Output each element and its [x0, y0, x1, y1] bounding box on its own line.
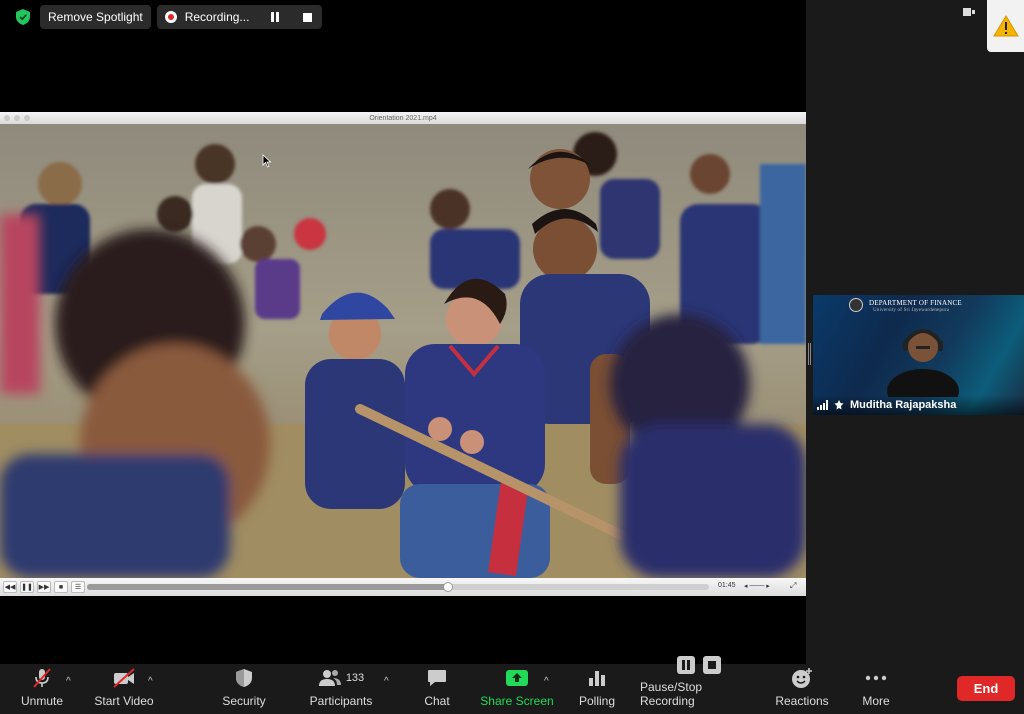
video-window-titlebar: Orientation 2021.mp4 — [0, 112, 806, 124]
more-button[interactable]: More — [856, 664, 896, 714]
fullscreen-icon[interactable]: ⤢ — [790, 581, 796, 591]
zoom-meeting-window: Remove Spotlight Recording... Orientatio… — [0, 0, 1024, 714]
security-label: Security — [222, 694, 266, 708]
stop-recording-icon[interactable] — [303, 12, 313, 22]
participants-button[interactable]: 133 Participants — [306, 664, 376, 714]
pause-stop-recording-button[interactable]: Pause/Stop Recording — [640, 656, 758, 714]
recording-dot-icon — [164, 11, 177, 23]
video-progress-fill — [87, 584, 448, 590]
security-button[interactable]: Security — [218, 664, 270, 714]
participant-avatar — [887, 329, 959, 397]
unmute-button[interactable]: Unmute — [18, 664, 66, 714]
participant-video-tile[interactable]: DEPARTMENT OF FINANCE University of Sri … — [813, 295, 1024, 415]
reactions-button[interactable]: Reactions — [774, 664, 830, 714]
playlist-icon[interactable]: ☰ — [71, 581, 85, 593]
chat-label: Chat — [424, 694, 450, 708]
reactions-label: Reactions — [775, 694, 829, 708]
panel-resize-handle[interactable] — [808, 343, 811, 365]
share-screen-label: Share Screen — [480, 694, 554, 708]
volume-slider[interactable]: ◂ ─── ▸ — [744, 582, 770, 590]
more-dots-icon — [864, 667, 888, 689]
warning-icon — [992, 15, 1019, 37]
polling-button[interactable]: Polling — [576, 664, 618, 714]
top-bar: Remove Spotlight Recording... — [12, 5, 323, 29]
participants-label: Participants — [309, 694, 373, 708]
pause-stop-recording-icon — [675, 655, 723, 675]
video-off-icon — [112, 667, 136, 689]
university-seal-icon — [849, 298, 863, 312]
polling-icon — [585, 667, 609, 689]
video-options-chevron-icon[interactable]: ^ — [148, 676, 153, 687]
mouse-cursor-icon — [262, 154, 272, 168]
chat-button[interactable]: Chat — [418, 664, 456, 714]
share-screen-icon — [505, 667, 529, 689]
video-file-name: Orientation 2021.mp4 — [369, 114, 437, 122]
polling-label: Polling — [578, 694, 616, 708]
video-player-controls: ◀◀ ❚❚ ▶▶ ■ ☰ 01:45 ◂ ─── ▸ ⤢ — [0, 578, 806, 596]
chat-icon — [425, 667, 449, 689]
stop-icon[interactable]: ■ — [54, 581, 68, 593]
pause-icon[interactable]: ❚❚ — [20, 581, 34, 593]
video-progress-bar[interactable] — [87, 582, 709, 592]
pause-recording-icon[interactable] — [271, 12, 281, 22]
recording-indicator: Recording... — [156, 5, 323, 29]
more-label: More — [862, 694, 890, 708]
start-video-button[interactable]: Start Video — [92, 664, 156, 714]
participants-count: 133 — [345, 672, 365, 684]
recording-label: Recording... — [184, 10, 250, 24]
reactions-icon — [790, 667, 814, 689]
fast-forward-icon[interactable]: ▶▶ — [37, 581, 51, 593]
meeting-toolbar: Unmute ^ Start Video ^ Security 133 Part… — [0, 656, 1024, 714]
encryption-shield-icon[interactable] — [12, 6, 34, 28]
participants-options-chevron-icon[interactable]: ^ — [384, 676, 389, 687]
share-options-chevron-icon[interactable]: ^ — [544, 676, 549, 687]
virtual-background-text: DEPARTMENT OF FINANCE — [869, 299, 962, 307]
warning-notification[interactable] — [987, 0, 1024, 52]
audio-options-chevron-icon[interactable]: ^ — [66, 676, 71, 687]
view-switch-icon[interactable] — [962, 6, 986, 26]
muted-microphone-icon — [30, 667, 54, 689]
end-meeting-button[interactable]: End — [957, 676, 1015, 701]
remove-spotlight-button[interactable]: Remove Spotlight — [40, 5, 151, 29]
rewind-icon[interactable]: ◀◀ — [3, 581, 17, 593]
shared-video-window: Orientation 2021.mp4 ◀◀ ❚❚ ▶▶ ■ ☰ 01:45 … — [0, 112, 806, 596]
shared-video-frame — [0, 124, 806, 578]
participant-name: Muditha Rajapaksha — [850, 399, 957, 411]
security-shield-icon — [232, 667, 256, 689]
participant-name-bar: Muditha Rajapaksha — [813, 395, 1024, 415]
spotlight-pin-icon — [834, 400, 844, 410]
participants-icon: 133 — [316, 667, 366, 689]
start-video-label: Start Video — [94, 694, 154, 708]
connection-signal-icon — [817, 400, 828, 410]
unmute-label: Unmute — [20, 694, 64, 708]
pause-stop-recording-label: Pause/Stop Recording — [640, 680, 703, 708]
video-time: 01:45 — [718, 582, 736, 589]
video-progress-knob[interactable] — [442, 582, 453, 592]
share-screen-button[interactable]: Share Screen — [480, 664, 554, 714]
